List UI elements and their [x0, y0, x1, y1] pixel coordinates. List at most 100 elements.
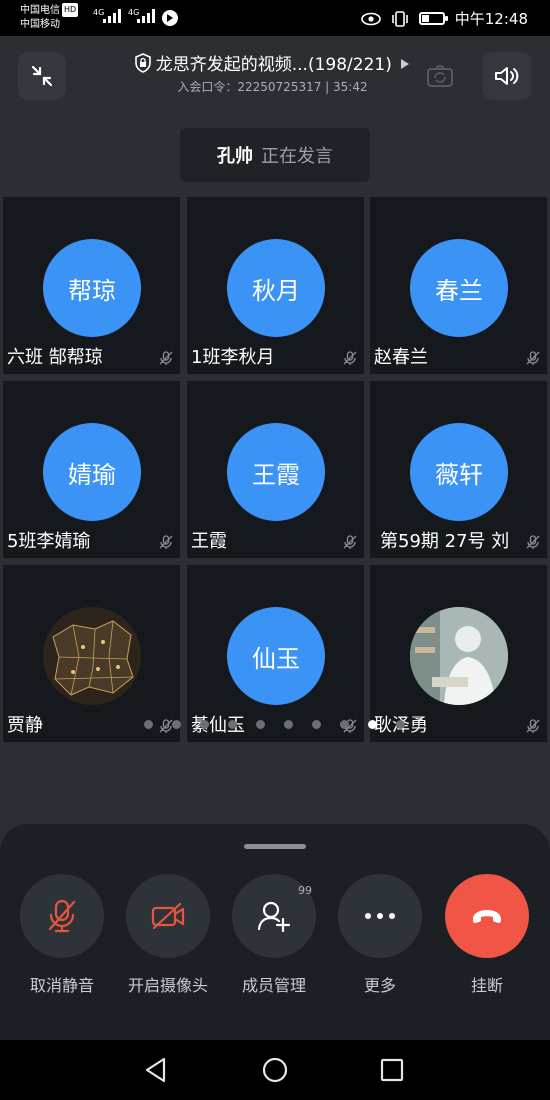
page-dot[interactable] [172, 720, 181, 729]
more-icon [365, 913, 395, 919]
members-count-badge: 99 [298, 884, 312, 897]
page-dot[interactable] [144, 720, 153, 729]
participant-tile[interactable]: 王霞 王霞 [187, 381, 364, 558]
hangup-control[interactable]: 挂断 [437, 874, 537, 996]
active-speaker-status: 正在发言 [261, 146, 333, 167]
control-panel: 取消静音 开启摄像头 99 成员管理 更多 挂断 [0, 824, 550, 1040]
participant-tile[interactable]: 贾静 [3, 565, 180, 742]
hd-badge: HD [62, 3, 79, 17]
participant-name: 第59期 27号 刘 [380, 531, 510, 552]
avatar-photo [410, 607, 508, 705]
avatar: 王霞 [227, 423, 325, 521]
avatar: 薇轩 [410, 423, 508, 521]
participant-name: 六班 郜帮琼 [7, 347, 103, 368]
recents-square-icon [380, 1058, 404, 1082]
participant-name: 5班李婧瑜 [7, 531, 91, 552]
recents-button[interactable] [376, 1054, 408, 1086]
page-dot-active[interactable] [368, 720, 377, 729]
participant-tile[interactable]: 婧瑜 5班李婧瑜 [3, 381, 180, 558]
switch-camera-button[interactable] [416, 52, 464, 100]
mic-muted-icon [343, 351, 357, 365]
info-separator: | [321, 80, 334, 94]
participant-tile[interactable]: 仙玉 綦仙玉 [187, 565, 364, 742]
page-dot[interactable] [284, 720, 293, 729]
eye-icon [360, 12, 381, 25]
unmute-button[interactable] [20, 874, 104, 958]
avatar-photo [43, 607, 141, 705]
members-label: 成员管理 [241, 976, 306, 995]
hangup-button[interactable] [445, 874, 529, 958]
carrier-1: 中国电信 [20, 5, 60, 16]
mic-muted-icon [159, 351, 173, 365]
camera-label: 开启摄像头 [127, 976, 208, 995]
minimize-button[interactable] [18, 52, 66, 100]
participant-name: 赵春兰 [374, 347, 428, 368]
more-control[interactable]: 更多 [330, 874, 430, 996]
page-dot[interactable] [396, 720, 405, 729]
back-triangle-icon [145, 1057, 166, 1083]
meeting-code-label: 入会口令： [177, 80, 238, 94]
page-indicator[interactable] [0, 717, 550, 731]
meeting-duration: 35:42 [333, 80, 368, 94]
status-bar: 中国电信 HD 中国移动 4G 4G 中午12:48 [0, 0, 550, 36]
active-speaker-indicator: 孔帅 正在发言 [180, 128, 370, 182]
map-photo-icon [43, 607, 141, 705]
unmute-control[interactable]: 取消静音 [12, 874, 112, 996]
battery-icon [418, 12, 448, 25]
status-right: 中午12:48 [360, 8, 528, 29]
speaker-button[interactable] [483, 52, 531, 100]
carrier-info: 中国电信 HD 中国移动 [20, 3, 79, 32]
participant-tile[interactable]: 耿泽勇 [370, 565, 547, 742]
meeting-title-block[interactable]: 龙思齐发起的视频...(198/221) 入会口令：22250725317 | … [100, 50, 445, 95]
participant-tile[interactable]: 春兰 赵春兰 [370, 197, 547, 374]
mic-muted-icon [526, 535, 540, 549]
data-saver-icon [162, 10, 178, 26]
participant-name: 1班李秋月 [191, 347, 275, 368]
mic-muted-icon [159, 535, 173, 549]
unmute-label: 取消静音 [29, 976, 94, 995]
mic-muted-icon [526, 351, 540, 365]
page-dot[interactable] [312, 720, 321, 729]
add-member-icon [257, 901, 291, 933]
active-speaker-name: 孔帅 [217, 146, 253, 167]
avatar: 仙玉 [227, 607, 325, 705]
more-button[interactable] [338, 874, 422, 958]
hangup-label: 挂断 [470, 976, 503, 995]
participant-tile[interactable]: 帮琼 六班 郜帮琼 [3, 197, 180, 374]
home-button[interactable] [259, 1054, 291, 1086]
signal-icon-2 [137, 9, 155, 23]
participant-tile[interactable]: 薇轩 第59期 27号 刘 [370, 381, 547, 558]
collapse-icon [31, 65, 53, 87]
page-dot[interactable] [340, 720, 349, 729]
hangup-icon [473, 910, 501, 923]
signal-icon [103, 9, 121, 23]
camera-control[interactable]: 开启摄像头 [118, 874, 218, 996]
expand-arrow-icon [401, 59, 410, 69]
avatar: 春兰 [410, 239, 508, 337]
meeting-info: 入会口令：22250725317 | 35:42 [100, 78, 445, 95]
camera-off-icon [151, 902, 185, 930]
meeting-title: 龙思齐发起的视频...(198/221) [100, 50, 445, 75]
drag-handle[interactable] [244, 844, 306, 849]
meeting-title-text: 龙思齐发起的视频...(198/221) [155, 55, 392, 75]
members-control[interactable]: 99 成员管理 [224, 874, 324, 996]
shield-lock-icon [134, 53, 151, 73]
participant-grid: 帮琼 六班 郜帮琼 秋月 1班李秋月 春兰 赵春兰 婧瑜 5班李婧瑜 王霞 王霞… [3, 197, 548, 745]
participant-tile[interactable]: 秋月 1班李秋月 [187, 197, 364, 374]
camera-button[interactable] [126, 874, 210, 958]
avatar: 帮琼 [43, 239, 141, 337]
members-button[interactable]: 99 [232, 874, 316, 958]
page-dot[interactable] [256, 720, 265, 729]
meeting-code: 22250725317 [237, 80, 322, 94]
mic-off-icon [48, 899, 76, 933]
page-dot[interactable] [228, 720, 237, 729]
vibrate-icon [391, 10, 408, 27]
avatar: 婧瑜 [43, 423, 141, 521]
page-dot[interactable] [200, 720, 209, 729]
more-label: 更多 [363, 976, 396, 995]
avatar: 秋月 [227, 239, 325, 337]
carrier-2: 中国移动 [20, 19, 60, 30]
speaker-icon [495, 67, 519, 85]
back-button[interactable] [140, 1054, 172, 1086]
switch-camera-icon [427, 65, 453, 87]
